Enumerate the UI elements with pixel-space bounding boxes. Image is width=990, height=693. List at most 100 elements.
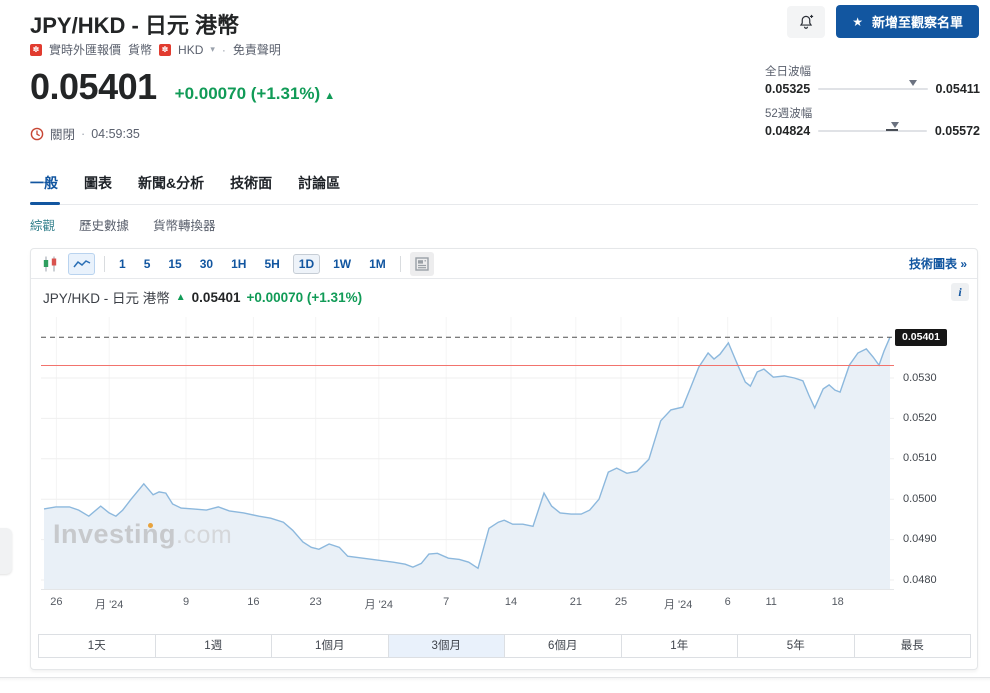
hk-flag-icon: ✽: [30, 43, 42, 56]
interval-1W[interactable]: 1W: [328, 255, 356, 273]
range-3個月[interactable]: 3個月: [388, 635, 505, 657]
toolbar-divider: [399, 255, 401, 272]
up-triangle-icon: ▲: [175, 291, 186, 303]
breadcrumb-currencies-link[interactable]: 貨幣: [128, 41, 152, 58]
x-tick-label: 11: [765, 596, 777, 608]
sub-navigation: 綜觀 歷史數據 貨幣轉換器: [30, 215, 216, 234]
breadcrumb: ✽ 實時外匯報價 貨幣 ✽ HKD ▾ · 免責聲明: [30, 41, 281, 58]
area-chart-icon-button[interactable]: [68, 252, 95, 275]
y-tick-label: 0.0480: [903, 573, 937, 586]
x-tick-label: 26: [50, 596, 63, 608]
daily-range-marker-icon: [909, 80, 918, 86]
price-row: 0.05401 +0.00070 (+1.31%) ▲: [30, 66, 335, 108]
x-tick-label: 7: [443, 596, 450, 608]
price-change: +0.00070 (+1.31%) ▲: [174, 84, 336, 103]
status-time: 04:59:35: [91, 126, 140, 141]
currency-dropdown[interactable]: HKD: [178, 43, 203, 57]
interval-15[interactable]: 15: [163, 255, 186, 273]
candlestick-chart-icon[interactable]: [41, 255, 59, 273]
chart-toolbar: 1 5 15 30 1H 5H 1D 1W 1M 技術圖表 »: [31, 249, 977, 279]
y-tick-label: 0.0500: [903, 492, 937, 505]
chart-header: JPY/HKD - 日元 港幣 ▲ 0.05401 +0.00070 (+1.3…: [43, 287, 362, 307]
range-1個月[interactable]: 1個月: [272, 635, 389, 657]
subnav-歷史數據[interactable]: 歷史數據: [79, 215, 129, 234]
interval-buttons: 1 5 15 30 1H 5H 1D 1W 1M: [114, 253, 391, 274]
bell-plus-icon: [800, 14, 814, 29]
chart-card: 1 5 15 30 1H 5H 1D 1W 1M 技術圖表 » JPY/HKD - 日元 港幣 …: [30, 248, 978, 670]
daily-range: 全日波幅 0.05325 0.05411: [765, 63, 980, 96]
technical-chart-link[interactable]: 技術圖表 »: [909, 255, 967, 272]
range-1週[interactable]: 1週: [156, 635, 272, 657]
range-1年[interactable]: 1年: [622, 635, 738, 657]
daily-low: 0.05325: [765, 82, 811, 96]
interval-5[interactable]: 5: [139, 255, 156, 273]
chart-change: +0.00070 (+1.31%): [246, 289, 363, 305]
interval-5H[interactable]: 5H: [259, 255, 284, 273]
add-to-watchlist-button[interactable]: ★ 新增至觀察名單: [836, 5, 979, 38]
y-tick-label: 0.0530: [903, 371, 937, 384]
current-price: 0.05401: [30, 66, 157, 107]
up-triangle-icon: ▲: [324, 90, 336, 102]
range-widgets: 全日波幅 0.05325 0.05411 52週波幅 0.04824 0.055…: [765, 63, 980, 147]
x-tick-label: 23: [309, 596, 322, 608]
interval-1D[interactable]: 1D: [292, 253, 321, 274]
x-axis: 26 月 '24 9 16 23 月 '24 7 14 21 25 月 '24 6 11 18: [41, 589, 894, 611]
x-tick-label: 月 '24: [663, 599, 693, 611]
watermark-dot-icon: [148, 523, 153, 528]
dot-separator: ·: [221, 42, 226, 57]
interval-30[interactable]: 30: [195, 255, 218, 273]
range-6個月[interactable]: 6個月: [505, 635, 622, 657]
watchlist-label: 新增至觀察名單: [871, 15, 963, 30]
week52-range-marker-icon: [891, 122, 900, 128]
tab-討論區[interactable]: 討論區: [298, 173, 340, 193]
news-panel-button[interactable]: [409, 251, 434, 276]
y-tick-label: 0.0490: [903, 533, 937, 546]
create-alert-button[interactable]: [787, 5, 826, 38]
breadcrumb-quotes-link[interactable]: 實時外匯報價: [49, 41, 121, 58]
status-label: 關閉: [50, 128, 76, 142]
tab-一般[interactable]: 一般: [30, 173, 60, 205]
range-1天[interactable]: 1天: [39, 635, 156, 657]
daily-high: 0.05411: [935, 82, 981, 96]
x-tick-label: 21: [569, 596, 582, 608]
main-tabs: 一般 圖表 新聞&分析 技術面 討論區: [30, 173, 978, 205]
x-tick-label: 25: [614, 596, 628, 608]
range-5年[interactable]: 5年: [738, 635, 855, 657]
y-axis: 0.0530 0.0520 0.0510 0.0500 0.0490 0.0480: [899, 317, 949, 589]
subnav-綜觀[interactable]: 綜觀: [30, 215, 55, 234]
chevron-down-icon[interactable]: ▾: [210, 44, 215, 55]
week52-low: 0.04824: [765, 124, 811, 138]
x-tick-label: 16: [247, 596, 260, 608]
daily-range-label: 全日波幅: [765, 66, 811, 78]
week52-range-label: 52週波幅: [765, 108, 813, 120]
toolbar-divider: [104, 255, 105, 272]
info-button[interactable]: i: [951, 283, 969, 301]
investing-watermark: Investing.com: [53, 519, 233, 549]
interval-1H[interactable]: 1H: [226, 255, 251, 273]
subnav-貨幣轉換器[interactable]: 貨幣轉換器: [153, 215, 216, 234]
price-chart-plot[interactable]: Investing.com: [41, 317, 894, 589]
clock-icon: [30, 127, 44, 140]
tab-新聞&分析[interactable]: 新聞&分析: [138, 173, 204, 193]
interval-1[interactable]: 1: [114, 255, 131, 273]
hk-flag-icon: ✽: [159, 43, 172, 56]
interval-1M[interactable]: 1M: [364, 255, 391, 273]
week52-high: 0.05572: [934, 124, 980, 138]
newspaper-icon: [415, 256, 429, 271]
dot-separator: ·: [81, 126, 86, 141]
range-最長[interactable]: 最長: [855, 635, 971, 657]
week52-range-dash: [886, 129, 899, 131]
daily-range-bar: [818, 80, 928, 90]
side-feedback-tab[interactable]: [0, 528, 12, 574]
time-range-buttons: 1天 1週 1個月 3個月 6個月 1年 5年 最長: [38, 634, 971, 658]
tab-技術面[interactable]: 技術面: [230, 173, 272, 193]
tab-圖表[interactable]: 圖表: [84, 173, 112, 193]
x-tick-label: 18: [831, 596, 844, 608]
x-tick-label: 月 '24: [95, 599, 124, 611]
quote-page: JPY/HKD - 日元 港幣 ✽ 實時外匯報價 貨幣 ✽ HKD ▾ · 免責…: [0, 0, 990, 693]
disclaimer-link[interactable]: 免責聲明: [233, 41, 281, 58]
y-tick-label: 0.0510: [903, 452, 937, 465]
week52-range: 52週波幅 0.04824 0.05572: [765, 105, 980, 138]
area-chart-icon: [72, 259, 90, 267]
header-actions: ★ 新增至觀察名單: [787, 5, 979, 38]
